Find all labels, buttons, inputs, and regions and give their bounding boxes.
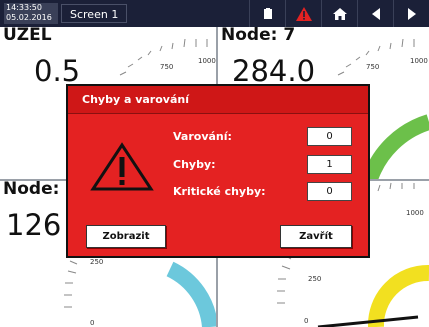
tile-value: 126 <box>6 208 62 242</box>
clock-date: 05.02.2016 <box>6 13 52 22</box>
arrow-right-icon <box>407 7 416 20</box>
critical-errors-label: Kritické chyby: <box>173 185 266 198</box>
scale-label-max: 1000 <box>410 57 428 65</box>
scale-label-min: 0 <box>90 319 94 327</box>
scale-label-low: 250 <box>308 275 321 283</box>
close-button[interactable]: Zavřít <box>280 225 352 248</box>
clock: 14:33:50 05.02.2016 <box>4 3 58 24</box>
scale-label-mid: 750 <box>160 63 173 71</box>
home-icon <box>332 7 347 20</box>
next-button[interactable] <box>393 0 429 27</box>
warnings-count: 0 <box>307 127 352 146</box>
gauge-arc <box>166 261 216 327</box>
scale-label-max: 1000 <box>198 57 216 65</box>
errors-label: Chyby: <box>173 158 216 171</box>
critical-errors-count: 0 <box>307 182 352 201</box>
gauge-arc <box>362 114 429 179</box>
top-bar: 14:33:50 05.02.2016 Screen 1 <box>0 0 429 27</box>
clipboard-icon <box>263 7 272 19</box>
scale-label-low: 250 <box>90 258 103 266</box>
home-button[interactable] <box>321 0 357 27</box>
arrow-left-icon <box>371 7 380 20</box>
tile-value: 284.0 <box>232 54 316 88</box>
scale-label-min: 0 <box>304 317 308 325</box>
warning-icon <box>90 142 154 191</box>
alarm-button[interactable] <box>285 0 321 27</box>
warnings-label: Varování: <box>173 130 232 143</box>
dialog-title: Chyby a varování <box>68 86 368 114</box>
tile-title: Node: 7 <box>221 27 296 45</box>
errors-count: 1 <box>307 155 352 174</box>
screen-name[interactable]: Screen 1 <box>61 4 128 23</box>
warning-icon <box>295 6 312 21</box>
show-button[interactable]: Zobrazit <box>86 225 166 248</box>
tile-title: UZEL <box>3 27 52 45</box>
previous-button[interactable] <box>357 0 393 27</box>
tile-value: 0.5 <box>34 54 81 88</box>
tile-title: Node: <box>3 181 60 199</box>
clock-time: 14:33:50 <box>6 3 42 12</box>
alarm-dialog: Chyby a varování Varování: 0 Chyby: 1 Kr… <box>66 84 370 258</box>
clipboard-button[interactable] <box>249 0 285 27</box>
scale-label-mid: 750 <box>366 63 379 71</box>
scale-label-max: 1000 <box>406 209 424 217</box>
